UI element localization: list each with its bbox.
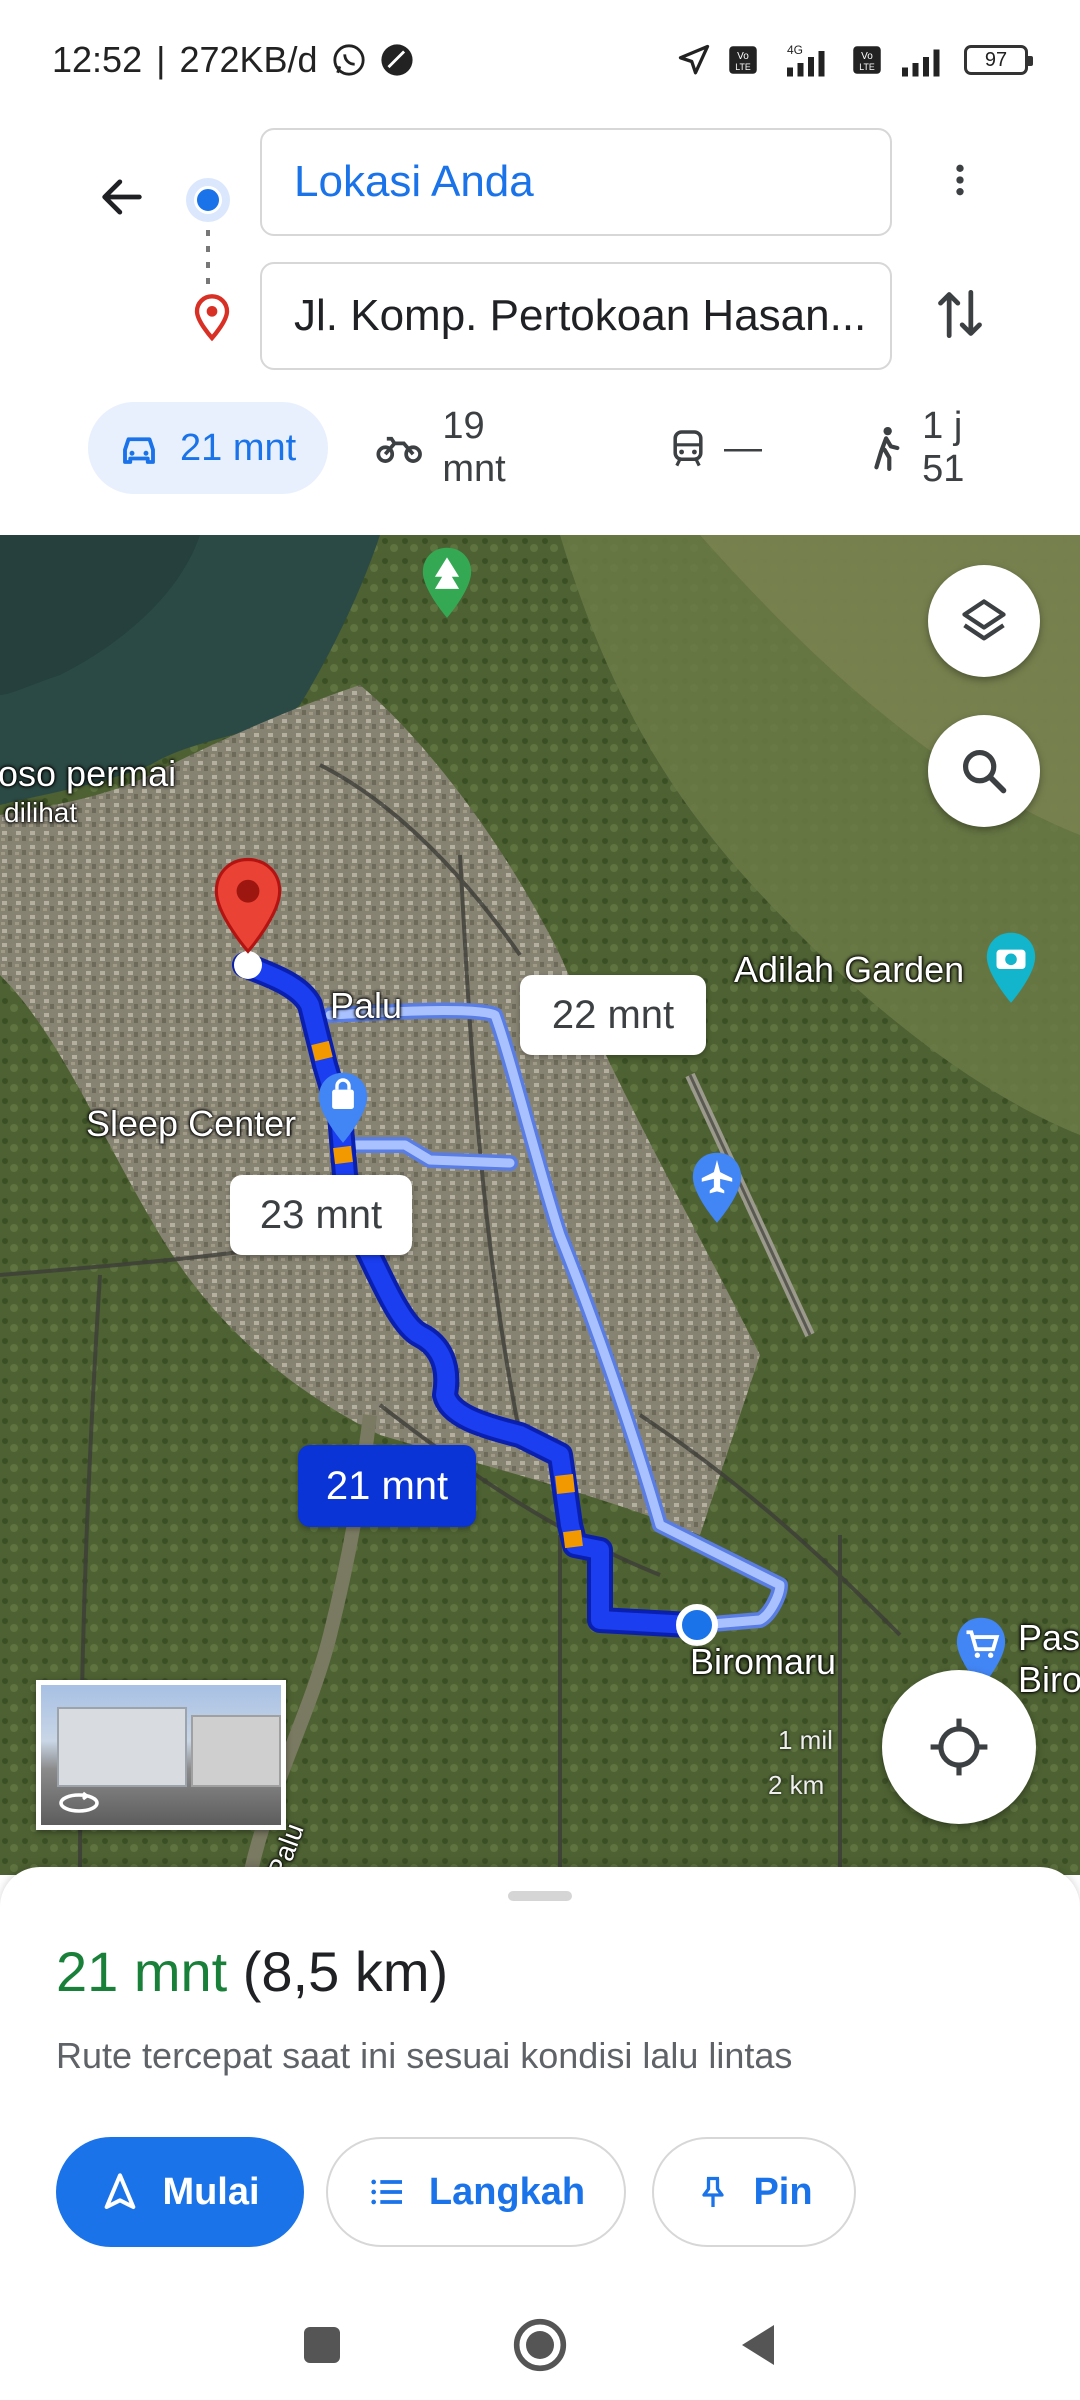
map-label-poso-permai: oso permai (0, 753, 177, 794)
map-scale: 1 mil 2 km (610, 1725, 833, 1801)
mode-transit-tab[interactable]: — (642, 402, 792, 494)
route-time: 21 mnt (56, 1940, 228, 2003)
more-options-button[interactable] (920, 140, 1000, 220)
swap-vert-icon (938, 289, 982, 339)
crosshair-icon (930, 1718, 988, 1776)
navigation-arrow-icon (105, 2173, 136, 2209)
home-circle-icon (513, 2318, 567, 2372)
start-label: Mulai (162, 2170, 260, 2213)
layers-icon (962, 599, 1006, 641)
alt-route-bubble-1[interactable]: 22 mnt (520, 975, 706, 1055)
app-notification-icon (380, 43, 414, 77)
attraction-marker-icon[interactable] (982, 930, 1040, 1008)
map-label-biromaru: Biromaru (690, 1641, 837, 1682)
back-triangle-icon (742, 2325, 774, 2365)
origin-field[interactable]: Lokasi Anda (260, 128, 892, 236)
status-time: 12:52 (52, 39, 143, 80)
car-icon (123, 437, 155, 464)
system-nav-bar (0, 2290, 1080, 2400)
rotate-360-icon (59, 1791, 99, 1813)
svg-text:Vo: Vo (737, 51, 749, 62)
svg-text:LTE: LTE (859, 62, 875, 72)
directions-header: Lokasi Anda Jl. Komp. Pertokoan Hasan...… (0, 120, 1080, 530)
status-right: Vo LTE 4G Vo LTE 97 (676, 42, 1033, 78)
svg-text:Vo: Vo (861, 51, 873, 62)
scale-miles: 1 mil (778, 1725, 833, 1755)
recents-button[interactable] (302, 2325, 342, 2365)
mode-drive-label: 21 mnt (180, 426, 297, 469)
arrow-left-icon (102, 179, 142, 215)
map-search-button[interactable] (928, 715, 1040, 827)
more-vert-icon (956, 164, 964, 196)
status-bar: 12:52 | 272KB/d Vo LTE 4G Vo LTE 97 (0, 0, 1080, 120)
battery-icon: 97 (964, 45, 1033, 75)
street-view-thumbnail[interactable] (36, 1680, 286, 1830)
mode-walk-label: 1 j 51 (922, 405, 965, 490)
pin-button[interactable]: Pin (652, 2137, 856, 2247)
map-view[interactable]: oso permai dilihat Palu Sleep Center Adi… (0, 535, 1080, 1875)
pin-icon (702, 2176, 725, 2207)
map-label-dilihat: dilihat (4, 797, 78, 828)
park-marker-icon[interactable] (418, 545, 476, 623)
list-icon (371, 2179, 402, 2205)
shopping-marker-icon[interactable] (314, 1070, 372, 1148)
mode-motorcycle-label: 19 mnt (442, 405, 506, 490)
destination-marker-icon[interactable] (210, 855, 286, 959)
travel-modes: 21 mnt 19 mnt — 1 j 51 (88, 402, 1048, 494)
start-navigation-button[interactable]: Mulai (56, 2137, 304, 2247)
map-label-sleep-center: Sleep Center (86, 1103, 297, 1144)
route-summary: 21 mnt (8,5 km) (56, 1939, 448, 2004)
signal-4g-icon: 4G (774, 42, 836, 78)
map-label-adilah-garden: Adilah Garden (734, 949, 965, 990)
svg-text:4G: 4G (787, 43, 803, 57)
motorcycle-icon (376, 436, 422, 463)
airport-marker-icon[interactable] (688, 1150, 746, 1228)
volte-icon-2: Vo LTE (852, 45, 882, 75)
status-data-rate: 272KB/d (179, 39, 318, 80)
alt-route-bubble-2[interactable]: 23 mnt (230, 1175, 412, 1255)
signal-icon (898, 42, 948, 78)
layers-button[interactable] (928, 565, 1040, 677)
whatsapp-icon (332, 43, 366, 77)
steps-label: Langkah (428, 2170, 586, 2213)
back-nav-button[interactable] (738, 2323, 778, 2367)
sheet-drag-handle[interactable] (508, 1891, 572, 1901)
destination-field[interactable]: Jl. Komp. Pertokoan Hasan... (260, 262, 892, 370)
map-satellite (0, 535, 1080, 1875)
mode-walk-tab[interactable]: 1 j 51 (840, 402, 1040, 494)
status-left: 12:52 | 272KB/d (52, 39, 414, 81)
pin-label: Pin (753, 2170, 813, 2213)
main-route-bubble[interactable]: 21 mnt (298, 1445, 476, 1527)
location-arrow-icon (676, 42, 712, 78)
destination-pin-icon (192, 292, 232, 344)
route-description: Rute tercepat saat ini sesuai kondisi la… (56, 2035, 793, 2076)
back-button[interactable] (80, 155, 164, 239)
volte-icon: Vo LTE (728, 45, 758, 75)
scale-km: 2 km (768, 1770, 825, 1800)
map-label-pasar: Pasa (1018, 1617, 1080, 1658)
my-location-button[interactable] (882, 1670, 1036, 1824)
route-connector (206, 230, 210, 290)
steps-button[interactable]: Langkah (326, 2137, 626, 2247)
mode-transit-label: — (724, 426, 762, 469)
recents-square-icon (304, 2327, 340, 2363)
transit-icon (673, 430, 703, 467)
svg-text:LTE: LTE (735, 62, 751, 72)
home-button[interactable] (512, 2317, 568, 2373)
map-label-pasar-2: Biro (1018, 1659, 1080, 1700)
search-icon (962, 749, 1007, 794)
walk-icon (874, 426, 900, 471)
swap-route-button[interactable] (920, 274, 1000, 354)
route-distance: (8,5 km) (242, 1940, 449, 2003)
mode-motorcycle-tab[interactable]: 19 mnt (346, 402, 576, 494)
origin-dot-icon (186, 178, 230, 222)
map-label-palu: Palu (330, 985, 403, 1026)
mode-drive-tab[interactable]: 21 mnt (88, 402, 328, 494)
